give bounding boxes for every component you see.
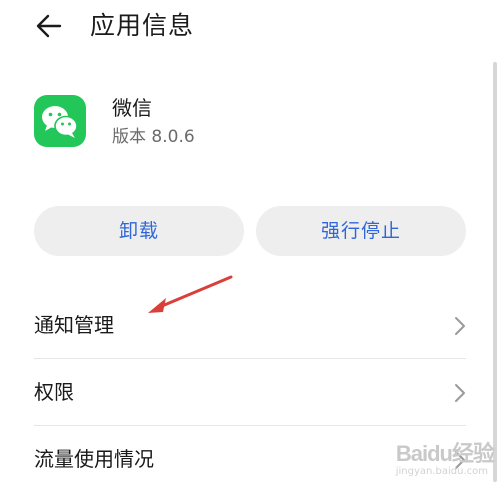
- app-name: 微信: [112, 96, 152, 120]
- force-stop-button[interactable]: 强行停止: [256, 206, 466, 256]
- settings-item-label: 权限: [34, 380, 74, 404]
- settings-item-permissions[interactable]: 权限: [0, 359, 500, 426]
- top-bar: 应用信息: [0, 0, 500, 56]
- app-version: 版本 8.0.6: [112, 127, 195, 147]
- chevron-right-icon: [455, 317, 465, 335]
- app-info: 微信 版本 8.0.6: [0, 88, 500, 158]
- watermark-url: jingyan.baidu.com: [395, 466, 488, 477]
- chevron-right-icon: [455, 384, 465, 402]
- uninstall-button[interactable]: 卸载: [34, 206, 244, 256]
- watermark-logo: Baidu经验: [395, 441, 495, 466]
- scrollbar[interactable]: [493, 62, 497, 482]
- settings-item-label: 流量使用情况: [34, 447, 154, 471]
- page-title: 应用信息: [90, 11, 195, 40]
- arrow-left-icon: [36, 14, 62, 38]
- settings-item-notifications[interactable]: 通知管理: [0, 292, 500, 359]
- back-button[interactable]: [30, 8, 70, 44]
- settings-item-label: 通知管理: [34, 313, 114, 337]
- action-buttons: 卸载 强行停止: [0, 206, 500, 256]
- wechat-app-icon: [34, 95, 86, 147]
